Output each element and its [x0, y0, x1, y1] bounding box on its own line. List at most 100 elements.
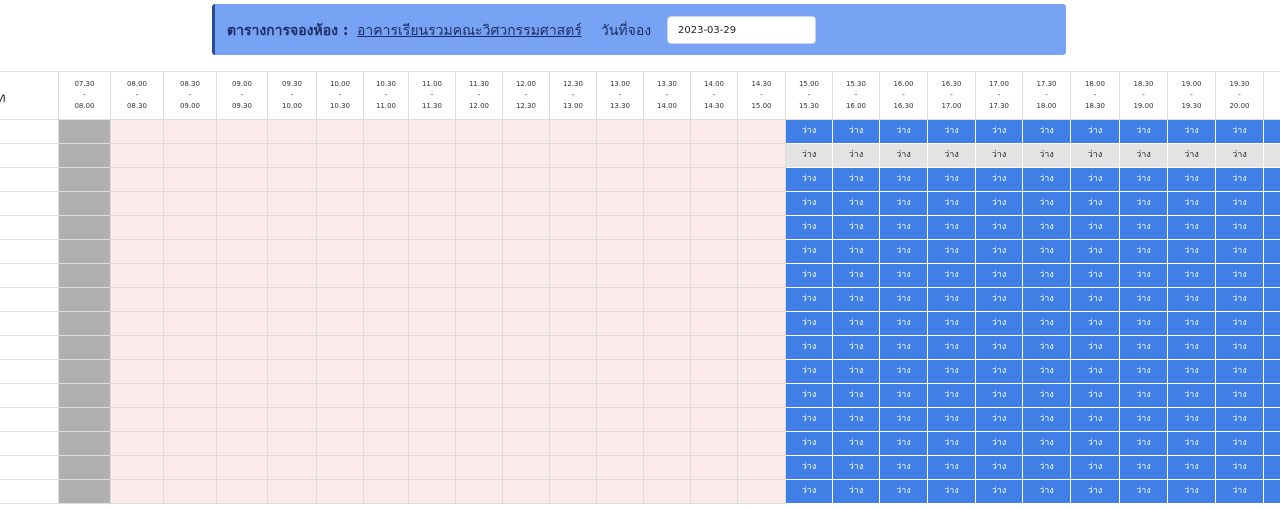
free-slot-button[interactable]: ว่าง [786, 120, 833, 144]
free-slot-button[interactable]: ว่าง [1168, 168, 1216, 192]
free-slot-button[interactable]: ว่าง [976, 360, 1023, 384]
free-slot-button[interactable]: ว่าง [880, 336, 928, 360]
free-slot-button[interactable]: ว่าง [928, 216, 976, 240]
free-slot-button[interactable]: ว่าง [1216, 312, 1264, 336]
free-slot-button[interactable]: ว่าง [1023, 120, 1071, 144]
free-slot-button[interactable]: ว่าง [833, 360, 880, 384]
free-slot-button[interactable]: ว่าง [1216, 192, 1264, 216]
free-slot-button[interactable]: ว่าง [880, 288, 928, 312]
free-slot-button[interactable]: ว่าง [833, 336, 880, 360]
free-slot-button[interactable]: ว่าง [833, 384, 880, 408]
free-slot-button[interactable]: ว่าง [1168, 384, 1216, 408]
free-slot-button[interactable] [1264, 264, 1280, 288]
free-slot-button[interactable]: ว่าง [786, 456, 833, 480]
free-slot-button[interactable] [1264, 144, 1280, 168]
free-slot-button[interactable]: ว่าง [1071, 216, 1120, 240]
free-slot-button[interactable]: ว่าง [1071, 408, 1120, 432]
free-slot-button[interactable]: ว่าง [786, 312, 833, 336]
free-slot-button[interactable]: ว่าง [928, 336, 976, 360]
free-slot-button[interactable]: ว่าง [786, 288, 833, 312]
free-slot-button[interactable]: ว่าง [1120, 216, 1168, 240]
free-slot-button[interactable]: ว่าง [1023, 240, 1071, 264]
free-slot-button[interactable]: ว่าง [1216, 336, 1264, 360]
free-slot-button[interactable]: ว่าง [1023, 480, 1071, 504]
free-slot-button[interactable]: ว่าง [1071, 384, 1120, 408]
free-slot-button[interactable]: ว่าง [786, 384, 833, 408]
free-slot-button[interactable]: ว่าง [1120, 120, 1168, 144]
free-slot-button[interactable]: ว่าง [928, 264, 976, 288]
free-slot-button[interactable]: ว่าง [1168, 216, 1216, 240]
free-slot-button[interactable]: ว่าง [1168, 288, 1216, 312]
free-slot-button[interactable]: ว่าง [1216, 360, 1264, 384]
free-slot-button[interactable]: ว่าง [1120, 360, 1168, 384]
free-slot-button[interactable]: ว่าง [1120, 336, 1168, 360]
free-slot-button[interactable]: ว่าง [976, 168, 1023, 192]
free-slot-button[interactable]: ว่าง [833, 216, 880, 240]
free-slot-button[interactable]: ว่าง [833, 192, 880, 216]
free-slot-button[interactable]: ว่าง [1023, 384, 1071, 408]
free-slot-button[interactable]: ว่าง [1168, 408, 1216, 432]
free-slot-button[interactable]: ว่าง [976, 480, 1023, 504]
free-slot-button[interactable]: ว่าง [833, 144, 880, 168]
free-slot-button[interactable]: ว่าง [1023, 336, 1071, 360]
free-slot-button[interactable]: ว่าง [1120, 408, 1168, 432]
free-slot-button[interactable]: ว่าง [833, 456, 880, 480]
free-slot-button[interactable]: ว่าง [833, 432, 880, 456]
free-slot-button[interactable]: ว่าง [928, 144, 976, 168]
free-slot-button[interactable] [1264, 432, 1280, 456]
free-slot-button[interactable]: ว่าง [928, 480, 976, 504]
free-slot-button[interactable]: ว่าง [1216, 384, 1264, 408]
free-slot-button[interactable]: ว่าง [1120, 144, 1168, 168]
free-slot-button[interactable]: ว่าง [786, 480, 833, 504]
free-slot-button[interactable]: ว่าง [880, 384, 928, 408]
free-slot-button[interactable]: ว่าง [1023, 192, 1071, 216]
free-slot-button[interactable]: ว่าง [880, 456, 928, 480]
free-slot-button[interactable] [1264, 360, 1280, 384]
free-slot-button[interactable]: ว่าง [880, 312, 928, 336]
free-slot-button[interactable]: ว่าง [1168, 192, 1216, 216]
free-slot-button[interactable]: ว่าง [1120, 384, 1168, 408]
free-slot-button[interactable]: ว่าง [880, 192, 928, 216]
free-slot-button[interactable]: ว่าง [1168, 264, 1216, 288]
free-slot-button[interactable]: ว่าง [786, 336, 833, 360]
free-slot-button[interactable] [1264, 216, 1280, 240]
free-slot-button[interactable]: ว่าง [976, 144, 1023, 168]
free-slot-button[interactable]: ว่าง [1071, 264, 1120, 288]
free-slot-button[interactable] [1264, 456, 1280, 480]
free-slot-button[interactable]: ว่าง [1023, 312, 1071, 336]
free-slot-button[interactable]: ว่าง [1071, 480, 1120, 504]
free-slot-button[interactable]: ว่าง [976, 240, 1023, 264]
free-slot-button[interactable]: ว่าง [1216, 480, 1264, 504]
free-slot-button[interactable]: ว่าง [1216, 168, 1264, 192]
free-slot-button[interactable]: ว่าง [880, 264, 928, 288]
free-slot-button[interactable] [1264, 312, 1280, 336]
free-slot-button[interactable]: ว่าง [833, 264, 880, 288]
free-slot-button[interactable]: ว่าง [1120, 264, 1168, 288]
free-slot-button[interactable]: ว่าง [1071, 240, 1120, 264]
free-slot-button[interactable]: ว่าง [1023, 408, 1071, 432]
free-slot-button[interactable]: ว่าง [1071, 192, 1120, 216]
free-slot-button[interactable]: ว่าง [1216, 144, 1264, 168]
free-slot-button[interactable]: ว่าง [1071, 432, 1120, 456]
free-slot-button[interactable]: ว่าง [928, 432, 976, 456]
free-slot-button[interactable]: ว่าง [1168, 456, 1216, 480]
free-slot-button[interactable]: ว่าง [880, 144, 928, 168]
free-slot-button[interactable]: ว่าง [1168, 240, 1216, 264]
free-slot-button[interactable]: ว่าง [1168, 336, 1216, 360]
free-slot-button[interactable]: ว่าง [1071, 288, 1120, 312]
free-slot-button[interactable]: ว่าง [1071, 456, 1120, 480]
free-slot-button[interactable]: ว่าง [1216, 432, 1264, 456]
free-slot-button[interactable]: ว่าง [1120, 288, 1168, 312]
free-slot-button[interactable] [1264, 240, 1280, 264]
free-slot-button[interactable]: ว่าง [1023, 456, 1071, 480]
free-slot-button[interactable]: ว่าง [833, 240, 880, 264]
free-slot-button[interactable]: ว่าง [833, 312, 880, 336]
free-slot-button[interactable]: ว่าง [880, 216, 928, 240]
free-slot-button[interactable]: ว่าง [1120, 480, 1168, 504]
free-slot-button[interactable]: ว่าง [1120, 192, 1168, 216]
free-slot-button[interactable]: ว่าง [1168, 360, 1216, 384]
free-slot-button[interactable]: ว่าง [880, 120, 928, 144]
free-slot-button[interactable]: ว่าง [1023, 288, 1071, 312]
free-slot-button[interactable]: ว่าง [1120, 432, 1168, 456]
free-slot-button[interactable]: ว่าง [1168, 480, 1216, 504]
